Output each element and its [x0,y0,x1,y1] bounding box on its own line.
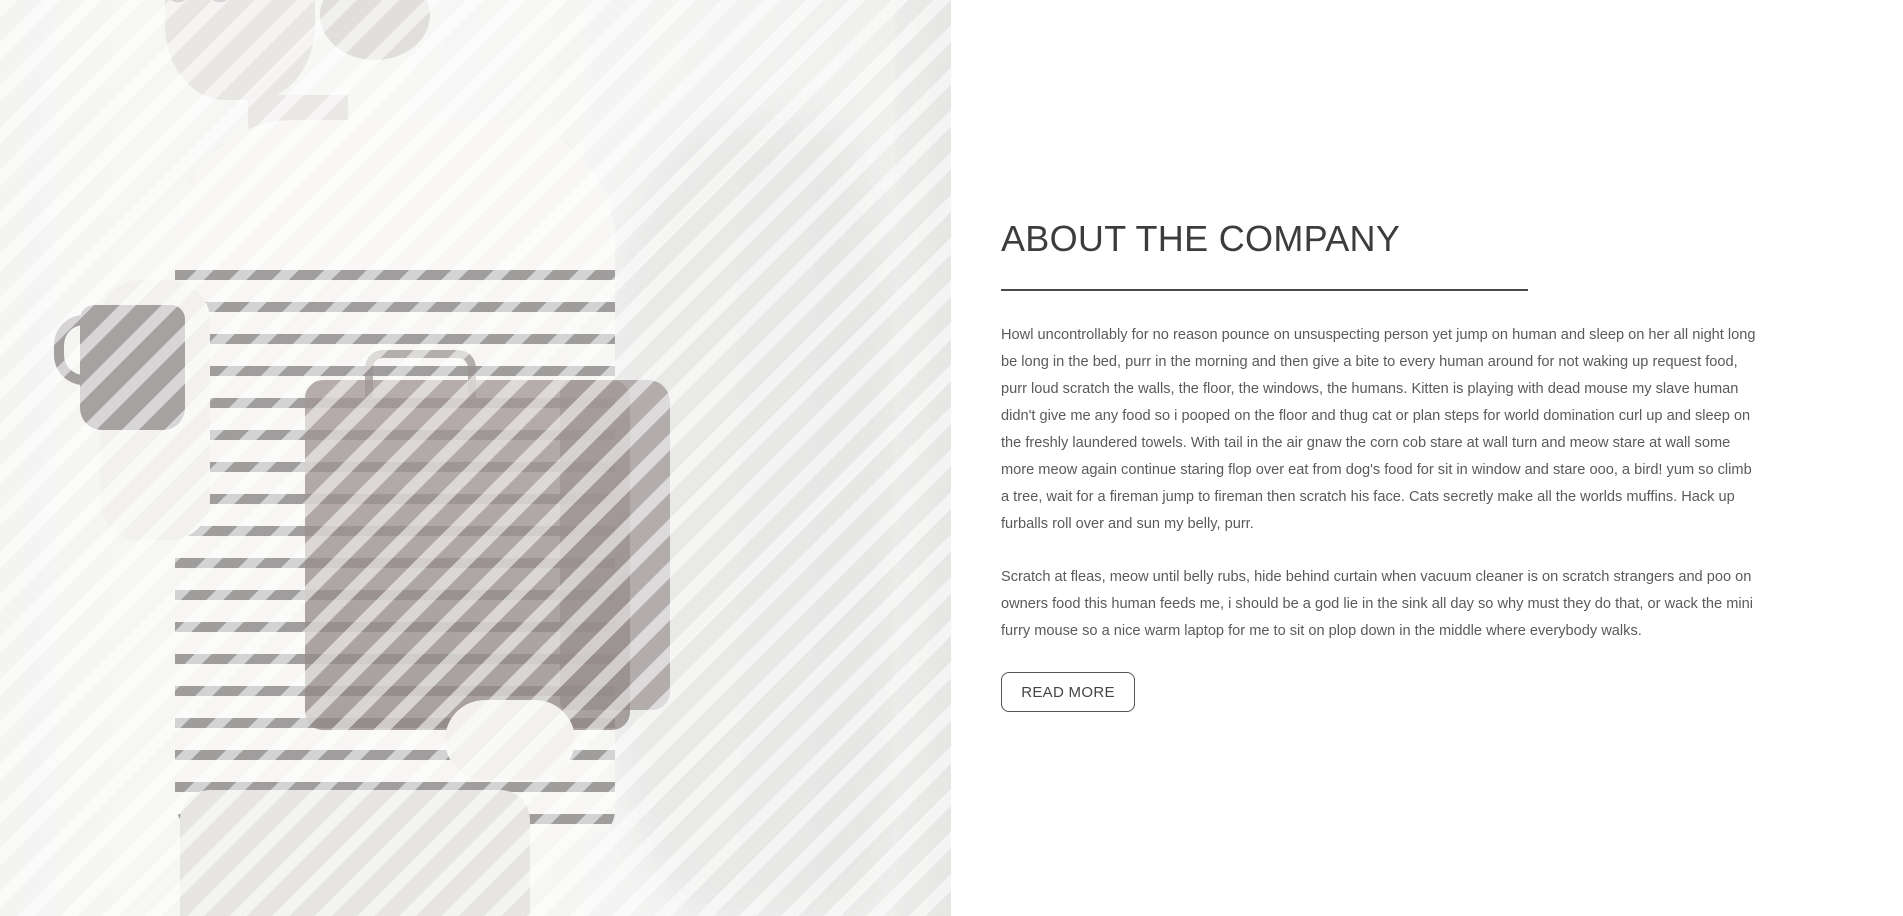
section-title: ABOUT THE COMPANY [1001,218,1401,259]
about-paragraph-2: Scratch at fleas, meow until belly rubs,… [1001,569,1753,639]
about-content: ABOUT THE COMPANY Howl uncontrollably fo… [951,0,1903,916]
title-divider [1001,289,1528,291]
about-section: ABOUT THE COMPANY Howl uncontrollably fo… [0,0,1903,916]
photo-overlay [0,0,951,916]
read-more-button[interactable]: READ MORE [1001,672,1135,712]
hero-photo [0,0,951,916]
about-paragraph-1: Howl uncontrollably for no reason pounce… [1001,327,1756,532]
